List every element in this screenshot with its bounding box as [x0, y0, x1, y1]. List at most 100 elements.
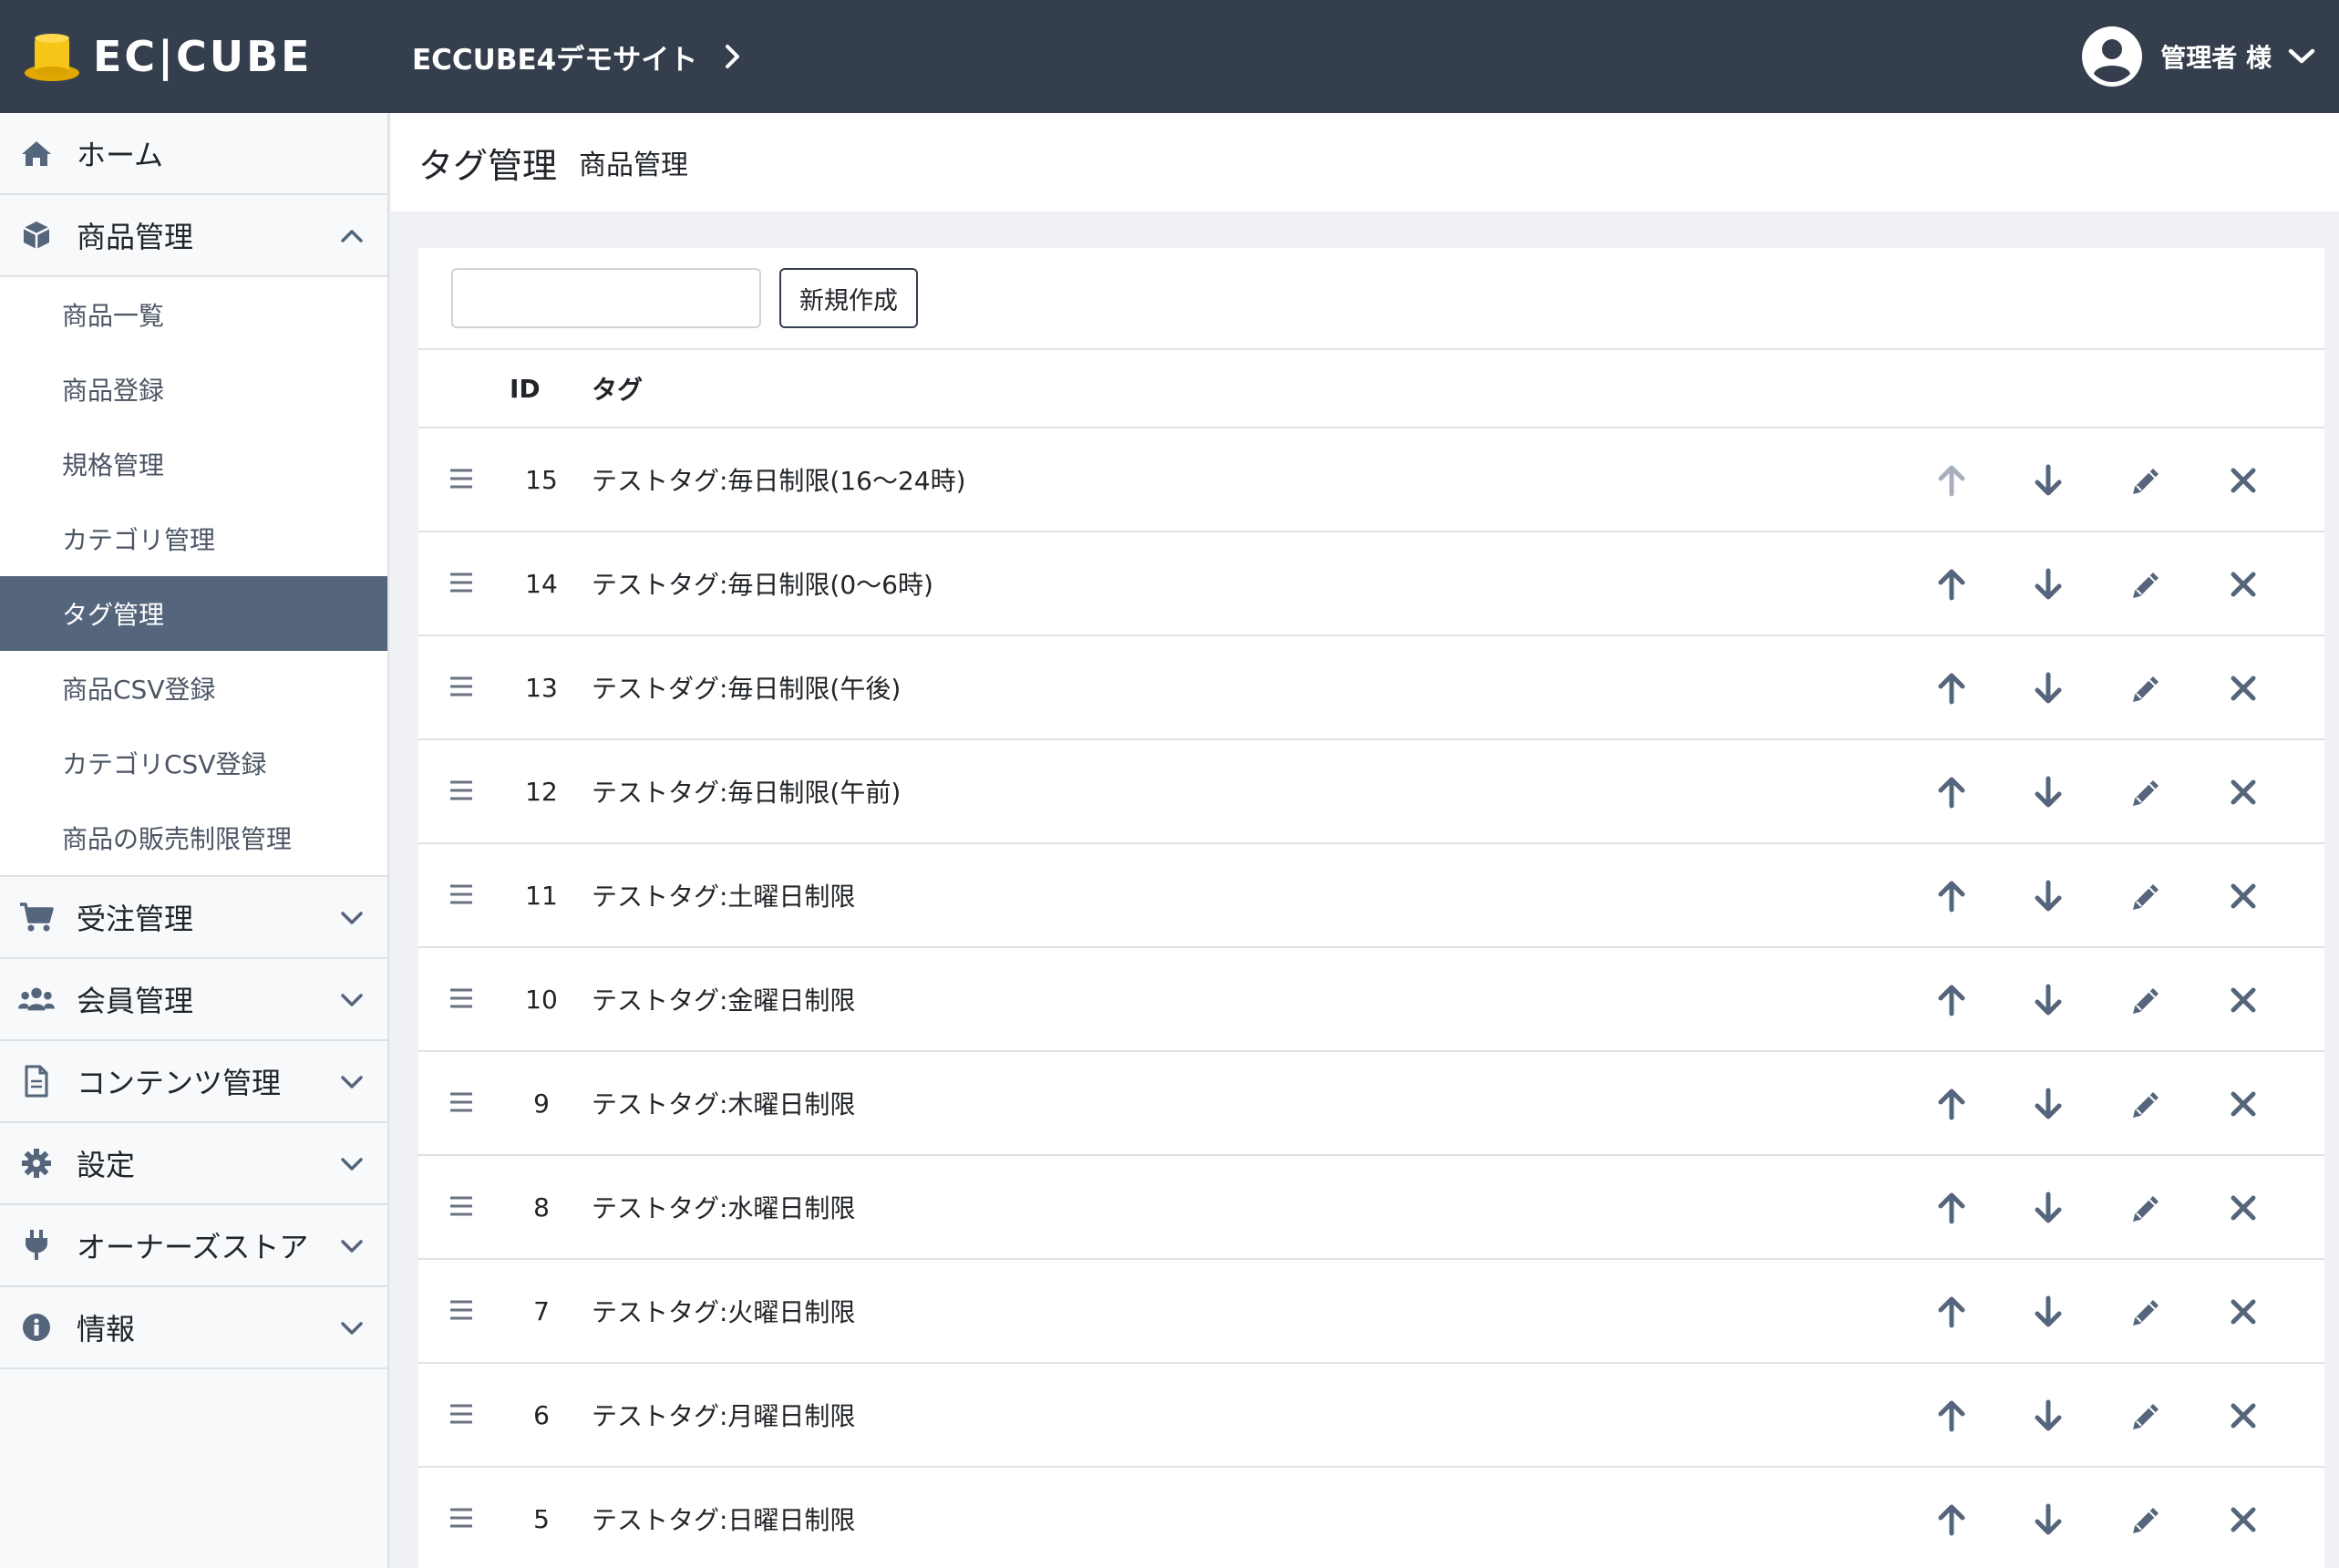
move-down-button[interactable]	[2030, 1501, 2066, 1538]
sidebar-item-info[interactable]: 情報	[0, 1287, 387, 1369]
arrow-down-icon	[2035, 464, 2062, 496]
sidebar-item-products[interactable]: 商品管理	[0, 195, 387, 277]
move-up-button[interactable]	[1933, 774, 1970, 810]
delete-button[interactable]	[2225, 1086, 2262, 1122]
close-icon	[2231, 1403, 2256, 1429]
drag-handle-icon[interactable]	[449, 883, 473, 905]
sidebar-subitem-class[interactable]: 規格管理	[0, 427, 387, 501]
sidebar-subitem-sales-limit[interactable]: 商品の販売制限管理	[0, 800, 387, 875]
move-down-button[interactable]	[2030, 1294, 2066, 1330]
site-name-link[interactable]: ECCUBE4デモサイト	[412, 36, 741, 77]
delete-button[interactable]	[2225, 1190, 2262, 1226]
close-icon	[2231, 779, 2256, 805]
sidebar-subitem-product-csv[interactable]: 商品CSV登録	[0, 651, 387, 726]
move-down-button[interactable]	[2030, 1190, 2066, 1226]
tag-name: テストタグ:水曜日制限	[592, 1193, 856, 1223]
cart-icon	[18, 899, 55, 935]
edit-button[interactable]	[2128, 878, 2165, 914]
edit-button[interactable]	[2128, 1086, 2165, 1122]
drag-handle-icon[interactable]	[449, 1195, 473, 1217]
drag-handle-icon[interactable]	[449, 779, 473, 801]
tag-name: テストタグ:毎日制限(午前)	[592, 778, 902, 808]
delete-button[interactable]	[2225, 670, 2262, 707]
sidebar-item-owners-store[interactable]: オーナーズストア	[0, 1205, 387, 1287]
sidebar-item-contents[interactable]: コンテンツ管理	[0, 1041, 387, 1123]
move-up-button[interactable]	[1933, 878, 1970, 914]
pencil-icon	[2133, 469, 2159, 494]
move-down-button[interactable]	[2030, 1086, 2066, 1122]
home-icon	[18, 135, 55, 171]
move-down-button[interactable]	[2030, 670, 2066, 707]
delete-button[interactable]	[2225, 462, 2262, 499]
move-down-button[interactable]	[2030, 462, 2066, 499]
new-tag-input[interactable]	[451, 268, 761, 328]
sidebar-subitem-category-csv[interactable]: カテゴリCSV登録	[0, 726, 387, 800]
sidebar-subitem-category[interactable]: カテゴリ管理	[0, 501, 387, 576]
drag-handle-icon[interactable]	[449, 1091, 473, 1113]
edit-button[interactable]	[2128, 566, 2165, 603]
eccube-logo[interactable]: EC|CUBE	[24, 31, 343, 82]
arrow-up-icon	[1938, 1296, 1965, 1328]
arrow-down-icon	[2035, 776, 2062, 808]
table-row: 9 テストタグ:木曜日制限	[418, 1052, 2324, 1156]
move-up-button[interactable]	[1933, 566, 1970, 603]
arrow-down-icon	[2035, 568, 2062, 600]
move-up-button[interactable]	[1933, 1294, 1970, 1330]
sidebar-item-settings[interactable]: 設定	[0, 1123, 387, 1205]
sidebar-item-orders[interactable]: 受注管理	[0, 877, 387, 959]
sidebar-item-members[interactable]: 会員管理	[0, 959, 387, 1041]
edit-button[interactable]	[2128, 1398, 2165, 1434]
sidebar-subitem-product-register[interactable]: 商品登録	[0, 352, 387, 427]
edit-button[interactable]	[2128, 982, 2165, 1018]
top-header: EC|CUBE ECCUBE4デモサイト 管理者 様	[0, 0, 2339, 113]
delete-button[interactable]	[2225, 1398, 2262, 1434]
hat-logo-icon	[25, 34, 79, 81]
drag-handle-icon[interactable]	[449, 1403, 473, 1425]
user-avatar-icon	[2082, 26, 2143, 87]
tag-name: テストタグ:土曜日制限	[592, 882, 856, 912]
drag-handle-icon[interactable]	[449, 468, 473, 490]
move-up-button[interactable]	[1933, 1398, 1970, 1434]
delete-button[interactable]	[2225, 774, 2262, 810]
edit-button[interactable]	[2128, 1190, 2165, 1226]
move-down-button[interactable]	[2030, 878, 2066, 914]
edit-button[interactable]	[2128, 774, 2165, 810]
move-up-button[interactable]	[1933, 1190, 1970, 1226]
move-up-button[interactable]	[1933, 1501, 1970, 1538]
delete-button[interactable]	[2225, 1294, 2262, 1330]
move-down-button[interactable]	[2030, 982, 2066, 1018]
edit-button[interactable]	[2128, 1501, 2165, 1538]
edit-button[interactable]	[2128, 670, 2165, 707]
edit-button[interactable]	[2128, 462, 2165, 499]
edit-button[interactable]	[2128, 1294, 2165, 1330]
drag-handle-icon[interactable]	[449, 676, 473, 697]
user-menu[interactable]: 管理者 様	[2082, 0, 2315, 113]
drag-handle-icon[interactable]	[449, 1299, 473, 1321]
drag-handle-icon[interactable]	[449, 987, 473, 1009]
subitem-label: カテゴリ管理	[62, 525, 216, 555]
tag-id: 10	[525, 984, 558, 1015]
sidebar-subitem-tag[interactable]: タグ管理	[0, 576, 387, 651]
drag-handle-icon[interactable]	[449, 1507, 473, 1529]
create-tag-button[interactable]: 新規作成	[779, 268, 918, 328]
move-down-button[interactable]	[2030, 774, 2066, 810]
close-icon	[2231, 883, 2256, 909]
move-up-button[interactable]	[1933, 462, 1970, 499]
chevron-down-icon	[341, 912, 363, 924]
move-up-button[interactable]	[1933, 670, 1970, 707]
move-down-button[interactable]	[2030, 566, 2066, 603]
delete-button[interactable]	[2225, 1501, 2262, 1538]
move-down-button[interactable]	[2030, 1398, 2066, 1434]
sidebar-subitem-product-list[interactable]: 商品一覧	[0, 277, 387, 352]
column-header-id: ID	[510, 373, 541, 404]
delete-button[interactable]	[2225, 982, 2262, 1018]
delete-button[interactable]	[2225, 566, 2262, 603]
delete-button[interactable]	[2225, 878, 2262, 914]
drag-handle-icon[interactable]	[449, 572, 473, 593]
sidebar-item-home[interactable]: ホーム	[0, 113, 387, 195]
table-row: 13 テストダグ:毎日制限(午後)	[418, 636, 2324, 740]
move-up-button[interactable]	[1933, 1086, 1970, 1122]
move-up-button[interactable]	[1933, 982, 1970, 1018]
arrow-up-icon	[1938, 673, 1965, 705]
info-icon	[18, 1309, 55, 1346]
